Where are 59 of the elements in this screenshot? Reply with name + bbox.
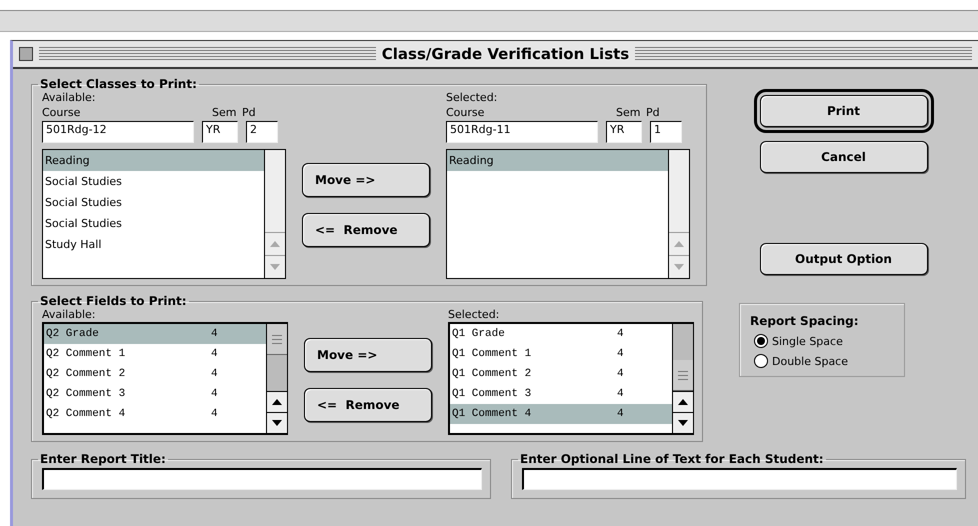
output-option-button[interactable]: Output Option [760,243,928,275]
list-item[interactable]: Q2 Comment 1 4 [44,344,266,364]
close-box[interactable] [19,47,33,61]
list-item[interactable]: Social Studies [43,192,264,213]
column-label: Pd [646,106,660,120]
radio-option[interactable]: Single Space [750,334,900,348]
title-field[interactable] [42,468,482,490]
list-label: Available: [42,308,96,322]
column-label: Pd [242,106,256,120]
list-item[interactable]: Social Studies [43,213,264,234]
scroll-bar[interactable] [264,150,285,278]
group-title: Select Classes to Print: [39,77,198,91]
group-title: Select Fields to Print: [39,294,188,308]
remove-button[interactable]: <= Remove [302,213,430,247]
list-item[interactable]: Q1 Grade 4 [450,324,672,344]
list-label: Selected: [446,91,498,105]
list-item[interactable]: Study Hall [43,234,264,255]
list-item[interactable]: Reading [43,150,264,171]
class-list[interactable]: Reading Social Studies Social Studies Social Studies Study Hall [42,149,286,279]
period-field[interactable]: 2 [246,121,278,143]
list-item[interactable]: Reading [447,150,668,171]
class-list[interactable]: Reading [446,149,690,279]
group-title: Enter Report Title: [39,452,167,466]
list-item[interactable]: Q1 Comment 1 4 [450,344,672,364]
field-list[interactable]: Q2 Grade 4 Q2 Comment 1 4 Q2 Comment 2 4 Q2 Comment 3 4 Q2 Comment 4 4 [42,322,288,435]
text-field[interactable] [522,468,957,490]
sem-field[interactable]: YR [202,121,238,143]
list-item[interactable]: Q1 Comment 4 4 [450,404,672,424]
list-label: Selected: [448,308,500,322]
remove-button[interactable]: <= Remove [304,388,432,422]
radio-icon[interactable] [754,354,768,368]
list-item[interactable]: Q2 Comment 2 4 [44,364,266,384]
scroll-bar[interactable] [668,150,689,278]
list-label: Available: [42,91,96,105]
scroll-bar[interactable] [266,324,287,433]
cancel-button[interactable]: Cancel [760,141,928,173]
list-item[interactable]: Q2 Comment 4 4 [44,404,266,424]
radio-icon[interactable] [754,334,768,348]
scroll-bar[interactable] [672,324,693,433]
course-field[interactable]: 501Rdg-12 [42,121,194,143]
list-item[interactable]: Q1 Comment 2 4 [450,364,672,384]
period-field[interactable]: 1 [650,121,682,143]
column-label: Sem [616,106,642,120]
column-label: Course [446,106,486,120]
list-item[interactable]: Q1 Comment 3 4 [450,384,672,404]
list-item[interactable]: Q2 Grade 4 [44,324,266,344]
list-item[interactable]: Social Studies [43,171,264,192]
move-button[interactable]: Move => [304,338,432,372]
sem-field[interactable]: YR [606,121,642,143]
window-title: Class/Grade Verification Lists [382,45,630,63]
panel-title: Report Spacing: [750,314,860,328]
column-label: Sem [212,106,238,120]
column-label: Course [42,106,82,120]
move-button[interactable]: Move => [302,163,430,197]
group-title: Enter Optional Line of Text for Each Student: [519,452,825,466]
list-item[interactable]: Q2 Comment 3 4 [44,384,266,404]
radio-option[interactable]: Double Space [750,354,900,368]
field-list[interactable]: Q1 Grade 4 Q1 Comment 1 4 Q1 Comment 2 4 Q1 Comment 3 4 Q1 Comment 4 4 [448,322,694,435]
course-field[interactable]: 501Rdg-11 [446,121,598,143]
